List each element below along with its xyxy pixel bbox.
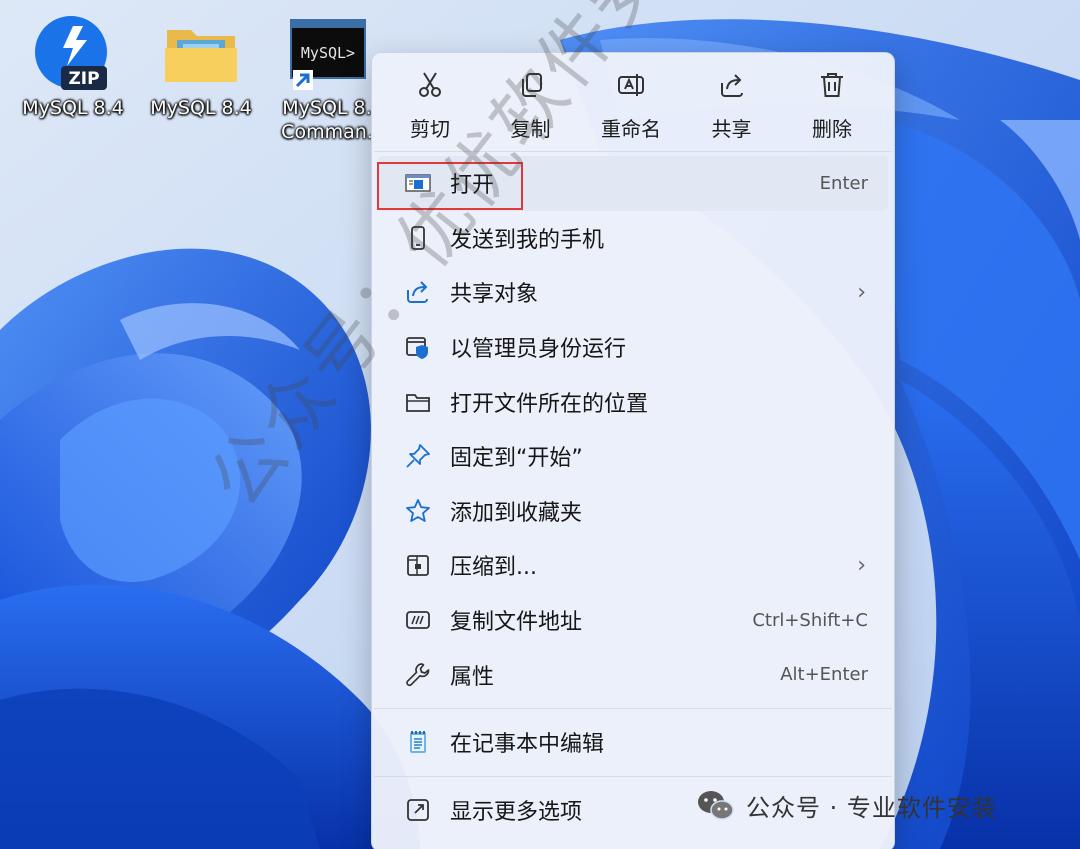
desktop-icon-mysql-command-line[interactable]: MySQL> MySQL 8. Comman. [272,14,382,144]
cut-label: 剪切 [410,117,450,141]
menu-item-label: 打开 [450,173,495,199]
shortcut-text: Enter [819,172,868,194]
cut-button[interactable]: 剪切 [382,71,478,151]
star-icon [404,497,432,525]
menu-item-label: 发送到我的手机 [450,227,605,253]
desktop-icon-mysql-zip[interactable]: ZIP MySQL 8.4 [18,14,128,120]
share-button[interactable]: 共享 [684,71,780,151]
shortcut-text: Alt+Enter [780,664,868,686]
shortcut-text: Ctrl+Shift+C [752,609,868,631]
menu-divider [374,775,892,777]
context-menu-top-actions: 剪切 复制 重命名 共享 删除 [372,53,894,151]
svg-text:MySQL>: MySQL> [301,44,355,62]
delete-label: 删除 [812,117,852,141]
rename-icon [617,71,645,103]
menu-item-send-to-phone[interactable]: 发送到我的手机 [378,211,888,266]
menu-item-label: 显示更多选项 [450,799,583,825]
archive-icon [404,551,432,579]
menu-item-share-with[interactable]: 共享对象 › [378,265,888,320]
menu-item-label: 添加到收藏夹 [450,500,583,526]
svg-text:ZIP: ZIP [68,69,99,89]
menu-item-open[interactable]: 打开 Enter [378,156,888,211]
context-menu-items: 打开 Enter 发送到我的手机 共享对象 › 以管理员身份运行 打开文件所在的… [372,152,894,837]
menu-item-label: 复制文件地址 [450,610,583,636]
chevron-right-icon: › [857,552,866,578]
app-window-icon [404,169,432,197]
copy-button[interactable]: 复制 [483,71,579,151]
menu-item-label: 在记事本中编辑 [450,732,605,758]
folder-icon [161,14,241,94]
wrench-icon [404,661,432,689]
desktop-icon-mysql-folder[interactable]: MySQL 8.4 [146,14,256,120]
desktop-icon-label: MySQL 8. Comman. [281,97,373,143]
share-label: 共享 [711,117,752,141]
menu-item-label: 固定到“开始” [450,446,583,472]
menu-divider [374,707,892,709]
menu-item-label: 压缩到... [450,555,537,581]
menu-item-run-as-admin[interactable]: 以管理员身份运行 [378,320,888,375]
folder-icon [404,388,432,416]
copy-path-icon [404,606,432,634]
scissors-icon [416,71,444,103]
phone-icon [404,224,432,252]
admin-shield-icon [404,333,432,361]
menu-item-properties[interactable]: 属性 Alt+Enter [378,647,888,702]
menu-item-label: 打开文件所在的位置 [450,391,649,417]
share-icon [718,71,746,103]
copy-icon [517,71,545,103]
menu-item-open-file-location[interactable]: 打开文件所在的位置 [378,374,888,429]
rename-button[interactable]: 重命名 [583,71,679,151]
trash-icon [818,71,846,103]
menu-item-pin-to-start[interactable]: 固定到“开始” [378,429,888,484]
rename-label: 重命名 [601,117,661,141]
menu-item-compress-to[interactable]: 压缩到... › [378,538,888,593]
notepad-icon [404,728,432,756]
chevron-right-icon: › [857,279,866,305]
zip-archive-icon: ZIP [33,14,113,94]
delete-button[interactable]: 删除 [784,71,880,151]
desktop-icon-label: MySQL 8.4 [150,97,252,119]
mysql-console-icon: MySQL> [287,14,367,94]
context-menu: 剪切 复制 重命名 共享 删除 打开 Enter 发送到我的手机 共享对象 › … [371,52,895,849]
copy-label: 复制 [510,117,551,141]
menu-item-label: 以管理员身份运行 [450,337,627,363]
menu-item-add-to-favorites[interactable]: 添加到收藏夹 [378,484,888,539]
pin-icon [404,442,432,470]
menu-item-edit-in-notepad[interactable]: 在记事本中编辑 [378,715,888,770]
menu-item-label: 属性 [450,664,495,690]
menu-item-show-more-options[interactable]: 显示更多选项 [378,783,888,838]
menu-item-label: 共享对象 [450,282,539,308]
menu-item-copy-file-path[interactable]: 复制文件地址 Ctrl+Shift+C [378,593,888,648]
desktop-icon-label: MySQL 8.4 [22,97,124,119]
more-options-icon [404,796,432,824]
share-icon [404,278,432,306]
